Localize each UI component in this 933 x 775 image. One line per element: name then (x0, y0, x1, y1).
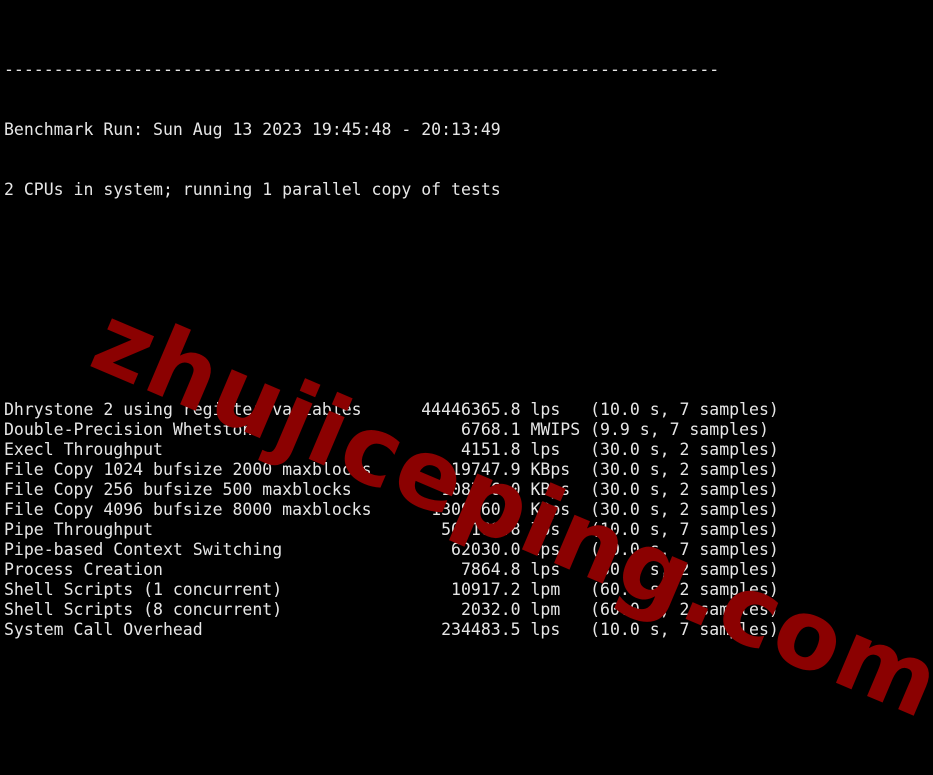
spacer-2 (4, 320, 779, 340)
spacer-3 (4, 700, 779, 720)
benchmark-run-line: Benchmark Run: Sun Aug 13 2023 19:45:48 … (4, 120, 501, 139)
raw-result-row: Pipe-based Context Switching 62030.0 lps… (4, 540, 779, 559)
raw-result-row: Double-Precision Whetstone 6768.1 MWIPS … (4, 420, 769, 439)
spacer-4 (4, 760, 779, 775)
terminal-window: zhujiceping.com ------------------------… (0, 0, 933, 775)
raw-results-block: Dhrystone 2 using register variables 444… (4, 400, 779, 640)
header-divider: ----------------------------------------… (4, 60, 720, 79)
raw-result-row: File Copy 256 bufsize 500 maxblocks 1087… (4, 480, 779, 499)
raw-result-row: File Copy 1024 bufsize 2000 maxblocks 41… (4, 460, 779, 479)
raw-result-row: System Call Overhead 234483.5 lps (10.0 … (4, 620, 779, 639)
cpu-info-line: 2 CPUs in system; running 1 parallel cop… (4, 180, 501, 199)
console-output: ----------------------------------------… (4, 0, 779, 775)
raw-result-row: Shell Scripts (1 concurrent) 10917.2 lpm… (4, 580, 779, 599)
raw-result-row: Pipe Throughput 505161.8 lps (10.0 s, 7 … (4, 520, 779, 539)
spacer-1 (4, 260, 779, 280)
raw-result-row: Execl Throughput 4151.8 lps (30.0 s, 2 s… (4, 440, 779, 459)
raw-result-row: File Copy 4096 bufsize 8000 maxblocks 13… (4, 500, 779, 519)
raw-result-row: Process Creation 7864.8 lps (30.0 s, 2 s… (4, 560, 779, 579)
raw-result-row: Dhrystone 2 using register variables 444… (4, 400, 779, 419)
raw-result-row: Shell Scripts (8 concurrent) 2032.0 lpm … (4, 600, 779, 619)
